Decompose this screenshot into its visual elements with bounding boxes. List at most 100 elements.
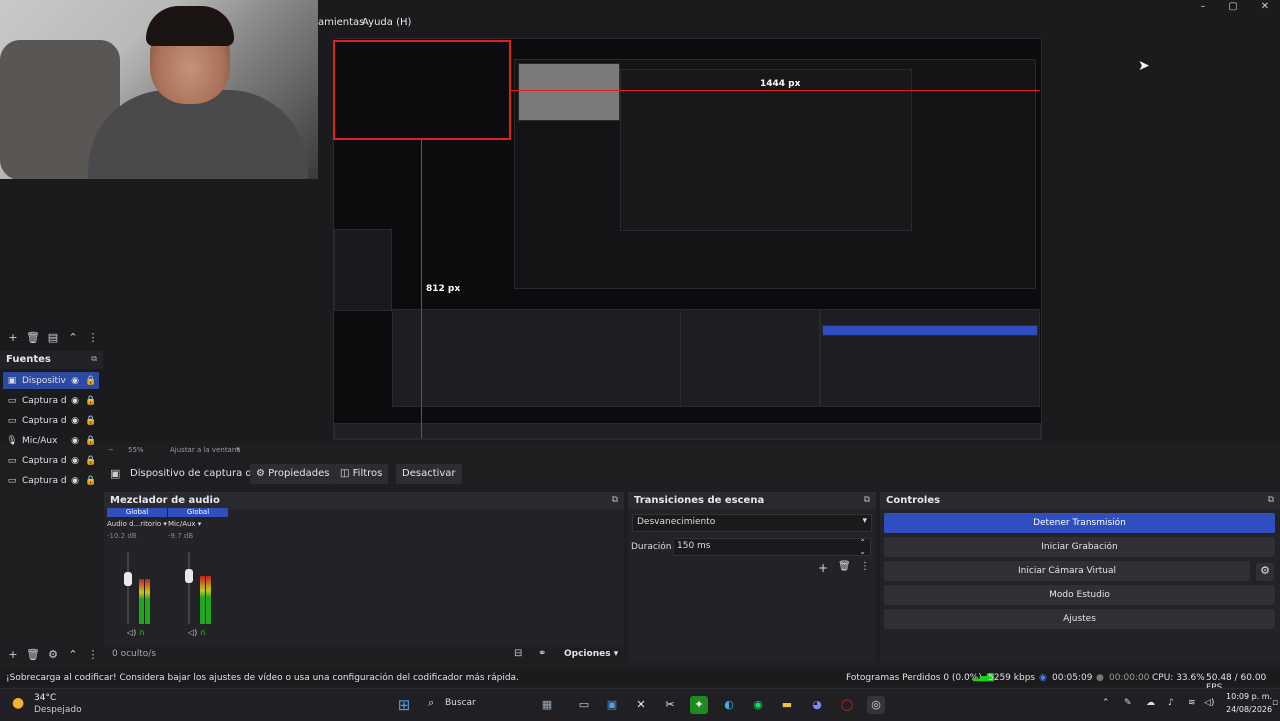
spotify-icon[interactable]: ◉ xyxy=(749,696,767,714)
discord-icon[interactable]: ◕ xyxy=(808,696,826,714)
clock-date[interactable]: 24/08/2026 xyxy=(1226,705,1272,714)
headphones-icon[interactable]: ∩ xyxy=(139,628,145,637)
popout-icon[interactable]: ⧉ xyxy=(1268,495,1274,505)
more-source-icon[interactable]: ⋮ xyxy=(86,648,100,662)
volume-icon[interactable]: ◁) xyxy=(188,628,200,637)
xbox-icon[interactable]: ✕ xyxy=(632,696,650,714)
lock-icon[interactable]: 🔒 xyxy=(83,456,99,466)
fit-window-label[interactable]: Ajustar a la ventana xyxy=(170,446,241,454)
lock-icon[interactable]: 🔒 xyxy=(83,436,99,446)
more-icon[interactable]: ⋮ xyxy=(86,331,100,345)
more-transition-icon[interactable]: ⋮ xyxy=(860,561,870,572)
properties-button[interactable]: ⚙ Propiedades xyxy=(250,464,336,484)
settings-button[interactable]: Ajustes xyxy=(884,609,1275,629)
zoom-minus-icon[interactable]: − xyxy=(108,446,114,454)
popout-icon[interactable]: ⧉ xyxy=(612,495,618,505)
clock-time[interactable]: 10:09 p. m. xyxy=(1226,692,1272,701)
maximize-button[interactable]: ▢ xyxy=(1218,0,1248,14)
store-icon[interactable]: ▣ xyxy=(603,696,621,714)
edge-icon[interactable]: ◐ xyxy=(720,696,738,714)
minecraft-icon[interactable]: ✦ xyxy=(690,696,708,714)
menu-tools[interactable]: amientas xyxy=(318,17,364,28)
tray-mic-icon[interactable]: ♪ xyxy=(1168,698,1174,708)
volume-fader-knob[interactable] xyxy=(124,572,132,587)
webcam-feed xyxy=(0,0,318,179)
eye-icon[interactable]: ◉ xyxy=(67,476,83,486)
capcut-icon[interactable]: ✂ xyxy=(661,696,679,714)
weather-temp[interactable]: 34°C xyxy=(34,693,56,703)
volume-fader-track[interactable] xyxy=(188,552,190,624)
options-button[interactable]: Opciones ▾ xyxy=(564,649,618,659)
deactivate-button[interactable]: Desactivar xyxy=(396,464,462,484)
close-button[interactable]: ✕ xyxy=(1250,0,1280,14)
delete-transition-icon[interactable]: 🗑 xyxy=(838,561,851,572)
headphones-icon[interactable]: ∩ xyxy=(200,628,206,637)
menu-help[interactable]: Ayuda (H) xyxy=(362,17,411,28)
stop-streaming-button[interactable]: Detener Transmisión xyxy=(884,513,1275,533)
move-up-icon[interactable]: ⌃ xyxy=(66,648,80,662)
windows-start-icon[interactable]: ⊞ xyxy=(395,696,413,714)
obs-icon[interactable]: ◎ xyxy=(867,696,885,714)
start-recording-button[interactable]: Iniciar Grabación xyxy=(884,537,1275,557)
tray-chevron-icon[interactable]: ⌃ xyxy=(1102,698,1110,708)
transition-select[interactable]: Desvanecimiento ▾ xyxy=(632,514,872,532)
lock-icon[interactable]: 🔒 xyxy=(83,376,99,386)
duration-input[interactable]: 150 ms ⌃ ⌄ xyxy=(673,538,871,556)
source-item[interactable]: ▣ Dispositiv ◉ 🔒 xyxy=(3,372,99,389)
eye-icon[interactable]: ◉ xyxy=(67,396,83,406)
eye-icon[interactable]: ◉ xyxy=(67,436,83,446)
source-item[interactable]: ▭ Captura d ◉ 🔒 xyxy=(3,412,99,429)
selection-box[interactable] xyxy=(333,40,511,140)
eye-icon[interactable]: ◉ xyxy=(67,376,83,386)
virtual-cam-gear-icon[interactable]: ⚙ xyxy=(1256,563,1274,581)
minimize-button[interactable]: – xyxy=(1188,0,1218,14)
folder-icon[interactable]: ▬ xyxy=(778,696,796,714)
popout-icon[interactable]: ⧉ xyxy=(864,495,870,505)
studio-mode-button[interactable]: Modo Estudio xyxy=(884,585,1275,605)
lock-icon[interactable]: 🔒 xyxy=(83,396,99,406)
trash-icon[interactable]: 🗑 xyxy=(26,331,40,345)
up-icon[interactable]: ⌃ xyxy=(66,331,80,345)
delete-source-icon[interactable]: 🗑 xyxy=(26,648,40,662)
filter-icon[interactable]: ▤ xyxy=(46,331,60,345)
stepper-icon[interactable]: ⌃ ⌄ xyxy=(859,538,866,556)
task-view-icon[interactable]: ▭ xyxy=(575,696,593,714)
source-item[interactable]: ▭ Captura d ◉ 🔒 xyxy=(3,392,99,409)
fit-dropdown-icon[interactable]: ▾ xyxy=(236,445,240,453)
channel-dropdown-icon[interactable]: ▾ xyxy=(196,520,202,528)
camera-icon: ▣ xyxy=(7,375,17,386)
tray-cloud-icon[interactable]: ☁ xyxy=(1146,698,1155,708)
volume-fader-knob[interactable] xyxy=(185,569,193,584)
source-item[interactable]: 🎙 Mic/Aux ◉ 🔒 xyxy=(3,432,99,449)
widgets-icon[interactable]: ▦ xyxy=(538,696,556,714)
tray-volume-icon[interactable]: ◁) xyxy=(1204,698,1214,708)
link-icon[interactable]: ⚭ xyxy=(538,648,546,659)
add-transition-icon[interactable]: + xyxy=(818,561,828,575)
eye-icon[interactable]: ◉ xyxy=(67,416,83,426)
tray-wifi-icon[interactable]: ≋ xyxy=(1188,698,1196,708)
source-item[interactable]: ▭ Captura d ◉ 🔒 xyxy=(3,472,99,489)
tray-pen-icon[interactable]: ✎ xyxy=(1124,698,1132,708)
lock-icon[interactable]: 🔒 xyxy=(83,416,99,426)
lock-icon[interactable]: 🔒 xyxy=(83,476,99,486)
start-virtual-camera-button[interactable]: Iniciar Cámara Virtual xyxy=(884,561,1250,581)
popout-icon[interactable]: ⧉ xyxy=(91,354,97,364)
channel-name[interactable]: Mic/Aux ▾ xyxy=(168,520,228,528)
opera-icon[interactable]: ◯ xyxy=(838,696,856,714)
mixer-channel: Global Mic/Aux ▾ -9.7 dB ◁) ∩ xyxy=(168,508,228,644)
channel-name[interactable]: Audio d...ritorio ▾ xyxy=(107,520,167,528)
weather-desc[interactable]: Despejado xyxy=(34,705,82,715)
add-icon[interactable]: + xyxy=(6,331,20,345)
add-source-icon[interactable]: + xyxy=(6,648,20,662)
volume-icon[interactable]: ◁) xyxy=(127,628,139,637)
filters-button[interactable]: ◫ Filtros xyxy=(334,464,389,484)
taskbar-search[interactable]: ⌕ Buscar xyxy=(424,695,544,713)
source-item[interactable]: ▭ Captura d ◉ 🔒 xyxy=(3,452,99,469)
volume-fader-track[interactable] xyxy=(127,552,129,624)
layout-icon[interactable]: ⊟ xyxy=(514,648,522,659)
notification-icon[interactable]: ▫ xyxy=(1272,698,1278,708)
eye-icon[interactable]: ◉ xyxy=(67,456,83,466)
channel-dropdown-icon[interactable]: ▾ xyxy=(161,520,167,528)
gear-icon[interactable]: ⚙ xyxy=(46,648,60,662)
stream-icon: ◉ xyxy=(1039,673,1047,683)
